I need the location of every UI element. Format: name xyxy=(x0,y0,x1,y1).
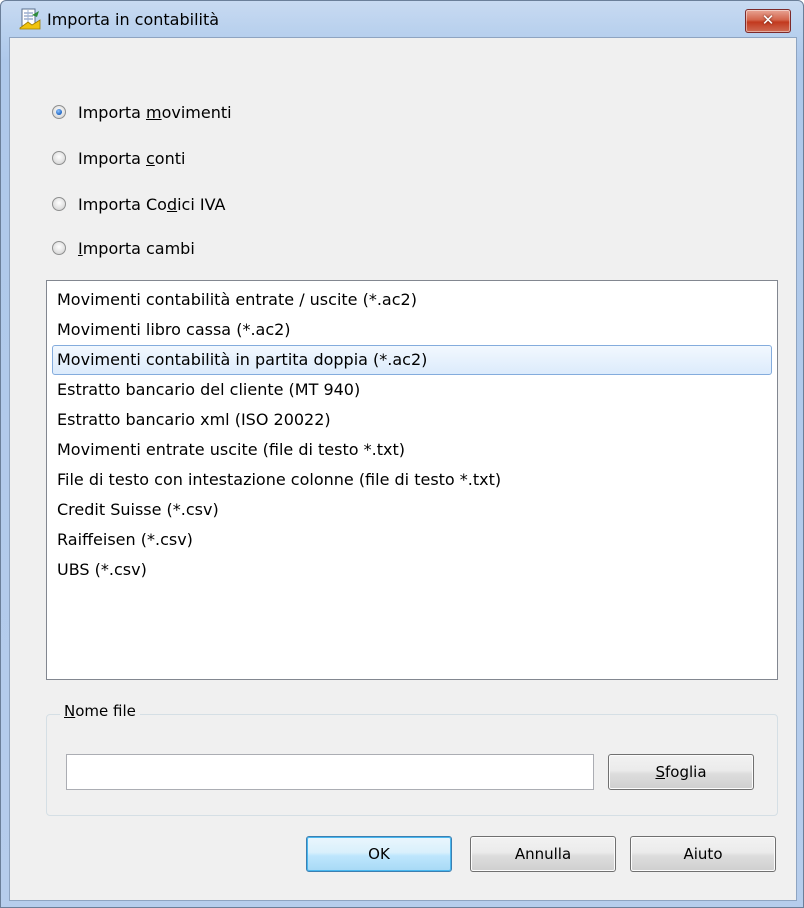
cancel-button[interactable]: Annulla xyxy=(470,836,616,872)
radio-importa-cambi[interactable]: Importa cambi xyxy=(52,236,195,260)
close-button[interactable]: ✕ xyxy=(745,9,791,33)
radio-importa-movimenti[interactable]: Importa movimenti xyxy=(52,100,232,124)
list-item[interactable]: Movimenti contabilità entrate / uscite (… xyxy=(57,285,417,315)
radio-checked-icon[interactable] xyxy=(52,105,66,119)
list-item[interactable]: Movimenti entrate uscite (file di testo … xyxy=(57,435,405,465)
ok-button[interactable]: OK xyxy=(306,836,452,872)
radio-label: Importa movimenti xyxy=(78,102,232,122)
window-title: Importa in contabilità xyxy=(47,10,220,29)
radio-label: Importa Codici IVA xyxy=(78,194,226,214)
import-accounting-icon xyxy=(19,8,41,30)
list-item[interactable]: File di testo con intestazione colonne (… xyxy=(57,465,501,495)
list-item[interactable]: Credit Suisse (*.csv) xyxy=(57,495,219,525)
radio-unchecked-icon[interactable] xyxy=(52,241,66,255)
browse-button[interactable]: Sfoglia xyxy=(608,754,754,790)
file-name-group-label: Nome file xyxy=(60,702,140,720)
list-item[interactable]: UBS (*.csv) xyxy=(57,555,147,585)
title-bar[interactable]: Importa in contabilità ✕ xyxy=(1,1,803,37)
list-item[interactable]: Estratto bancario del cliente (MT 940) xyxy=(57,375,360,405)
import-type-listbox[interactable]: Movimenti contabilità entrate / uscite (… xyxy=(46,280,778,680)
help-button[interactable]: Aiuto xyxy=(630,836,776,872)
radio-label: Importa conti xyxy=(78,148,186,168)
list-item[interactable]: Raiffeisen (*.csv) xyxy=(57,525,193,555)
radio-label: Importa cambi xyxy=(78,238,195,258)
list-item-selected[interactable]: Movimenti contabilità in partita doppia … xyxy=(57,345,427,375)
file-name-input[interactable] xyxy=(66,754,594,790)
import-dialog-window: Importa in contabilità ✕ Importa movimen… xyxy=(0,0,804,908)
radio-importa-conti[interactable]: Importa conti xyxy=(52,146,185,170)
radio-importa-codici-iva[interactable]: Importa Codici IVA xyxy=(52,192,225,216)
radio-unchecked-icon[interactable] xyxy=(52,197,66,211)
list-item[interactable]: Estratto bancario xml (ISO 20022) xyxy=(57,405,331,435)
list-item[interactable]: Movimenti libro cassa (*.ac2) xyxy=(57,315,291,345)
radio-unchecked-icon[interactable] xyxy=(52,151,66,165)
close-icon: ✕ xyxy=(761,11,775,29)
dialog-client-area: Importa movimenti Importa conti Importa … xyxy=(9,37,797,901)
browse-button-label: Sfoglia xyxy=(655,763,707,781)
